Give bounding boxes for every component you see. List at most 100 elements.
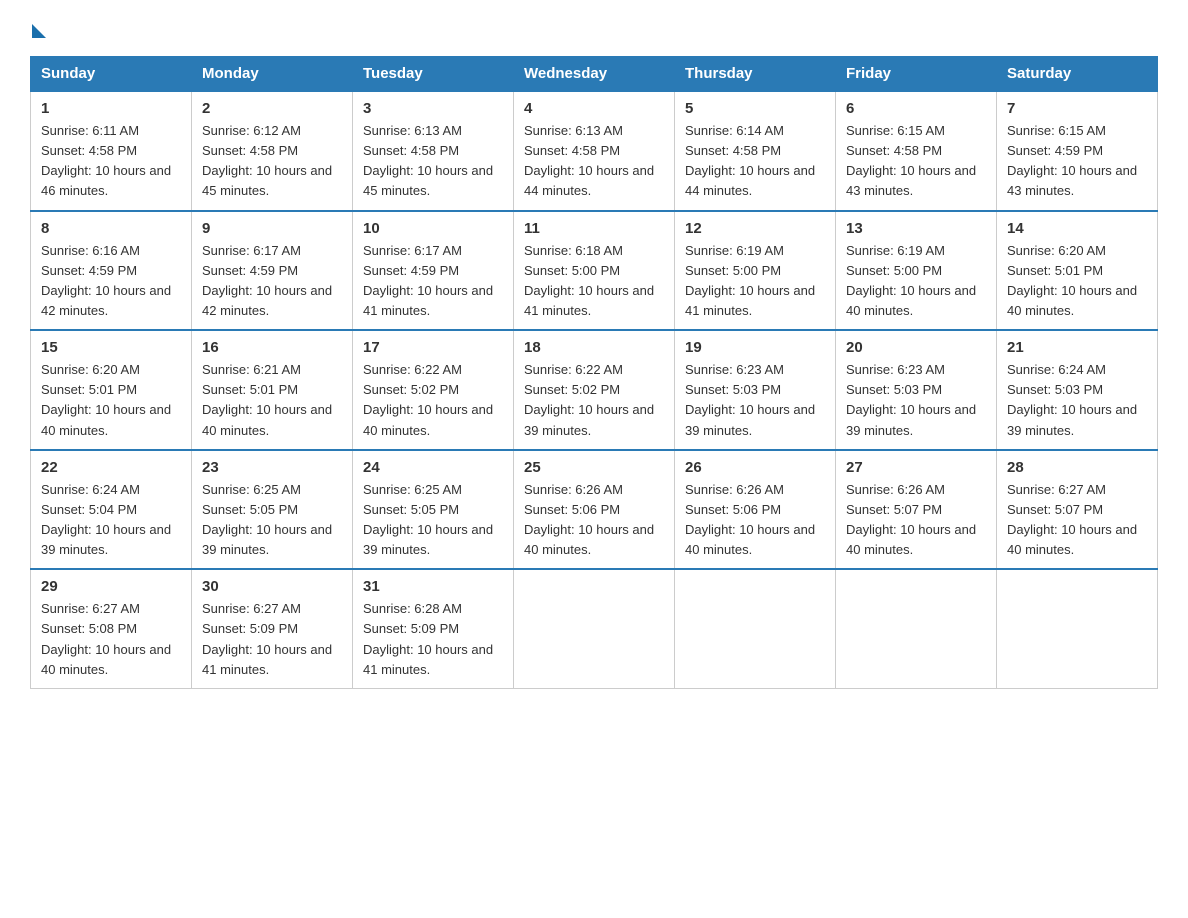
day-number: 18	[524, 339, 664, 356]
calendar-cell: 6 Sunrise: 6:15 AMSunset: 4:58 PMDayligh…	[836, 91, 997, 211]
day-number: 28	[1007, 459, 1147, 476]
day-number: 10	[363, 220, 503, 237]
calendar-cell: 18 Sunrise: 6:22 AMSunset: 5:02 PMDaylig…	[514, 330, 675, 450]
day-number: 16	[202, 339, 342, 356]
calendar-week-2: 8 Sunrise: 6:16 AMSunset: 4:59 PMDayligh…	[31, 211, 1158, 331]
calendar-cell: 25 Sunrise: 6:26 AMSunset: 5:06 PMDaylig…	[514, 450, 675, 570]
day-number: 13	[846, 220, 986, 237]
col-header-saturday: Saturday	[997, 57, 1158, 92]
logo	[30, 20, 46, 36]
calendar-week-1: 1 Sunrise: 6:11 AMSunset: 4:58 PMDayligh…	[31, 91, 1158, 211]
day-number: 15	[41, 339, 181, 356]
calendar-cell	[514, 569, 675, 688]
calendar-cell: 5 Sunrise: 6:14 AMSunset: 4:58 PMDayligh…	[675, 91, 836, 211]
calendar-week-3: 15 Sunrise: 6:20 AMSunset: 5:01 PMDaylig…	[31, 330, 1158, 450]
day-number: 24	[363, 459, 503, 476]
day-number: 26	[685, 459, 825, 476]
calendar-cell: 19 Sunrise: 6:23 AMSunset: 5:03 PMDaylig…	[675, 330, 836, 450]
calendar-cell: 26 Sunrise: 6:26 AMSunset: 5:06 PMDaylig…	[675, 450, 836, 570]
calendar-cell: 3 Sunrise: 6:13 AMSunset: 4:58 PMDayligh…	[353, 91, 514, 211]
day-number: 2	[202, 100, 342, 117]
day-number: 20	[846, 339, 986, 356]
calendar-cell: 21 Sunrise: 6:24 AMSunset: 5:03 PMDaylig…	[997, 330, 1158, 450]
day-info: Sunrise: 6:14 AMSunset: 4:58 PMDaylight:…	[685, 121, 825, 202]
calendar-cell: 16 Sunrise: 6:21 AMSunset: 5:01 PMDaylig…	[192, 330, 353, 450]
col-header-wednesday: Wednesday	[514, 57, 675, 92]
day-info: Sunrise: 6:13 AMSunset: 4:58 PMDaylight:…	[524, 121, 664, 202]
calendar-cell: 30 Sunrise: 6:27 AMSunset: 5:09 PMDaylig…	[192, 569, 353, 688]
day-number: 19	[685, 339, 825, 356]
col-header-sunday: Sunday	[31, 57, 192, 92]
calendar-cell: 13 Sunrise: 6:19 AMSunset: 5:00 PMDaylig…	[836, 211, 997, 331]
day-info: Sunrise: 6:15 AMSunset: 4:58 PMDaylight:…	[846, 121, 986, 202]
calendar-cell: 10 Sunrise: 6:17 AMSunset: 4:59 PMDaylig…	[353, 211, 514, 331]
day-info: Sunrise: 6:20 AMSunset: 5:01 PMDaylight:…	[41, 360, 181, 441]
day-number: 27	[846, 459, 986, 476]
day-number: 1	[41, 100, 181, 117]
day-info: Sunrise: 6:17 AMSunset: 4:59 PMDaylight:…	[202, 241, 342, 322]
calendar-cell: 24 Sunrise: 6:25 AMSunset: 5:05 PMDaylig…	[353, 450, 514, 570]
day-number: 12	[685, 220, 825, 237]
calendar-cell: 20 Sunrise: 6:23 AMSunset: 5:03 PMDaylig…	[836, 330, 997, 450]
day-number: 6	[846, 100, 986, 117]
calendar-table: SundayMondayTuesdayWednesdayThursdayFrid…	[30, 56, 1158, 689]
day-info: Sunrise: 6:26 AMSunset: 5:06 PMDaylight:…	[685, 480, 825, 561]
calendar-cell: 9 Sunrise: 6:17 AMSunset: 4:59 PMDayligh…	[192, 211, 353, 331]
day-number: 23	[202, 459, 342, 476]
day-info: Sunrise: 6:22 AMSunset: 5:02 PMDaylight:…	[363, 360, 503, 441]
day-info: Sunrise: 6:27 AMSunset: 5:09 PMDaylight:…	[202, 599, 342, 680]
calendar-cell: 14 Sunrise: 6:20 AMSunset: 5:01 PMDaylig…	[997, 211, 1158, 331]
calendar-cell: 23 Sunrise: 6:25 AMSunset: 5:05 PMDaylig…	[192, 450, 353, 570]
day-info: Sunrise: 6:21 AMSunset: 5:01 PMDaylight:…	[202, 360, 342, 441]
day-number: 14	[1007, 220, 1147, 237]
day-number: 4	[524, 100, 664, 117]
day-number: 8	[41, 220, 181, 237]
calendar-cell: 11 Sunrise: 6:18 AMSunset: 5:00 PMDaylig…	[514, 211, 675, 331]
day-number: 30	[202, 578, 342, 595]
calendar-week-4: 22 Sunrise: 6:24 AMSunset: 5:04 PMDaylig…	[31, 450, 1158, 570]
day-number: 31	[363, 578, 503, 595]
day-info: Sunrise: 6:15 AMSunset: 4:59 PMDaylight:…	[1007, 121, 1147, 202]
day-number: 7	[1007, 100, 1147, 117]
calendar-cell: 28 Sunrise: 6:27 AMSunset: 5:07 PMDaylig…	[997, 450, 1158, 570]
calendar-cell: 4 Sunrise: 6:13 AMSunset: 4:58 PMDayligh…	[514, 91, 675, 211]
col-header-friday: Friday	[836, 57, 997, 92]
calendar-week-5: 29 Sunrise: 6:27 AMSunset: 5:08 PMDaylig…	[31, 569, 1158, 688]
day-info: Sunrise: 6:25 AMSunset: 5:05 PMDaylight:…	[202, 480, 342, 561]
calendar-cell: 2 Sunrise: 6:12 AMSunset: 4:58 PMDayligh…	[192, 91, 353, 211]
day-info: Sunrise: 6:26 AMSunset: 5:06 PMDaylight:…	[524, 480, 664, 561]
calendar-cell: 8 Sunrise: 6:16 AMSunset: 4:59 PMDayligh…	[31, 211, 192, 331]
day-info: Sunrise: 6:27 AMSunset: 5:08 PMDaylight:…	[41, 599, 181, 680]
day-info: Sunrise: 6:27 AMSunset: 5:07 PMDaylight:…	[1007, 480, 1147, 561]
calendar-cell: 27 Sunrise: 6:26 AMSunset: 5:07 PMDaylig…	[836, 450, 997, 570]
day-number: 11	[524, 220, 664, 237]
calendar-cell: 22 Sunrise: 6:24 AMSunset: 5:04 PMDaylig…	[31, 450, 192, 570]
day-info: Sunrise: 6:23 AMSunset: 5:03 PMDaylight:…	[685, 360, 825, 441]
day-info: Sunrise: 6:24 AMSunset: 5:03 PMDaylight:…	[1007, 360, 1147, 441]
day-info: Sunrise: 6:25 AMSunset: 5:05 PMDaylight:…	[363, 480, 503, 561]
day-number: 22	[41, 459, 181, 476]
calendar-cell: 17 Sunrise: 6:22 AMSunset: 5:02 PMDaylig…	[353, 330, 514, 450]
calendar-cell: 12 Sunrise: 6:19 AMSunset: 5:00 PMDaylig…	[675, 211, 836, 331]
calendar-cell	[836, 569, 997, 688]
calendar-cell: 29 Sunrise: 6:27 AMSunset: 5:08 PMDaylig…	[31, 569, 192, 688]
day-info: Sunrise: 6:28 AMSunset: 5:09 PMDaylight:…	[363, 599, 503, 680]
day-info: Sunrise: 6:26 AMSunset: 5:07 PMDaylight:…	[846, 480, 986, 561]
day-info: Sunrise: 6:18 AMSunset: 5:00 PMDaylight:…	[524, 241, 664, 322]
day-info: Sunrise: 6:20 AMSunset: 5:01 PMDaylight:…	[1007, 241, 1147, 322]
day-info: Sunrise: 6:19 AMSunset: 5:00 PMDaylight:…	[846, 241, 986, 322]
page-header	[30, 20, 1158, 36]
col-header-monday: Monday	[192, 57, 353, 92]
day-number: 29	[41, 578, 181, 595]
day-number: 17	[363, 339, 503, 356]
day-info: Sunrise: 6:17 AMSunset: 4:59 PMDaylight:…	[363, 241, 503, 322]
day-info: Sunrise: 6:24 AMSunset: 5:04 PMDaylight:…	[41, 480, 181, 561]
col-header-thursday: Thursday	[675, 57, 836, 92]
calendar-cell: 1 Sunrise: 6:11 AMSunset: 4:58 PMDayligh…	[31, 91, 192, 211]
calendar-cell: 15 Sunrise: 6:20 AMSunset: 5:01 PMDaylig…	[31, 330, 192, 450]
day-info: Sunrise: 6:13 AMSunset: 4:58 PMDaylight:…	[363, 121, 503, 202]
calendar-cell	[997, 569, 1158, 688]
day-info: Sunrise: 6:22 AMSunset: 5:02 PMDaylight:…	[524, 360, 664, 441]
calendar-cell: 7 Sunrise: 6:15 AMSunset: 4:59 PMDayligh…	[997, 91, 1158, 211]
logo-arrow-icon	[32, 24, 46, 38]
